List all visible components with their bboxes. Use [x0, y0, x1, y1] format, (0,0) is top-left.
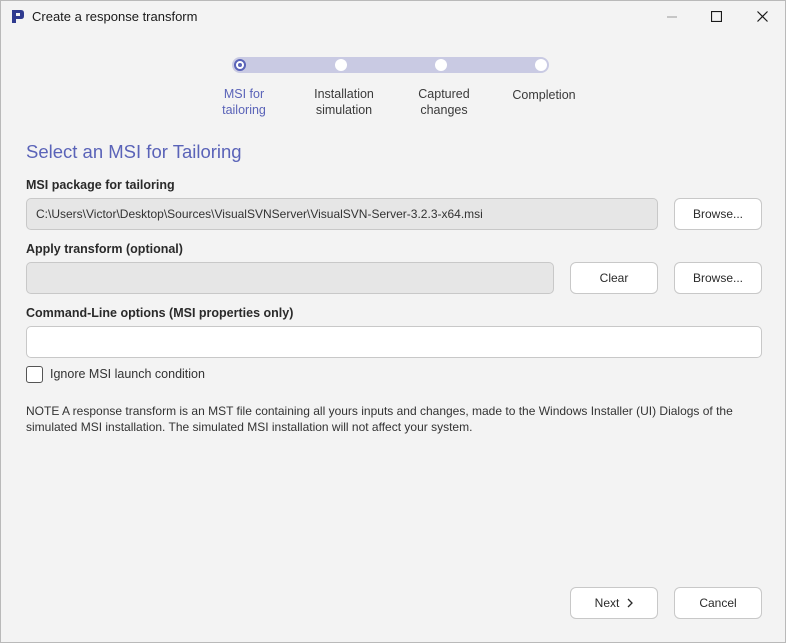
close-icon [756, 11, 768, 22]
command-line-label: Command-Line options (MSI properties onl… [26, 306, 294, 320]
command-line-input[interactable] [26, 326, 762, 358]
close-button[interactable] [739, 1, 785, 32]
transform-clear-button[interactable]: Clear [570, 262, 658, 294]
chevron-right-icon [627, 598, 634, 608]
step-label-installation-simulation: Installation simulation [314, 87, 374, 117]
maximize-icon [710, 11, 722, 22]
msi-package-field[interactable]: C:\Users\Victor\Desktop\Sources\VisualSV… [26, 198, 658, 230]
minimize-button[interactable] [649, 1, 695, 32]
transform-label: Apply transform (optional) [26, 242, 183, 256]
next-button[interactable]: Next [570, 587, 658, 619]
cancel-button[interactable]: Cancel [674, 587, 762, 619]
step-dot-completion [535, 59, 547, 71]
title-bar: Create a response transform [1, 1, 785, 32]
step-dot-msi-for-tailoring [234, 59, 246, 71]
minimize-icon [667, 16, 677, 17]
window-title: Create a response transform [32, 9, 198, 24]
transform-browse-button[interactable]: Browse... [674, 262, 762, 294]
note-text: NOTE A response transform is an MST file… [26, 404, 733, 434]
maximize-button[interactable] [693, 1, 739, 32]
step-dot-captured-changes [435, 59, 447, 71]
dialog-window: Create a response transform MSI for tail… [0, 0, 786, 643]
step-dot-installation-simulation [335, 59, 347, 71]
step-label-msi-for-tailoring: MSI for tailoring [222, 87, 266, 117]
ignore-launch-checkbox[interactable] [26, 366, 43, 383]
app-logo-icon [10, 9, 25, 24]
step-label-completion: Completion [512, 88, 576, 102]
step-label-captured-changes: Captured changes [418, 87, 470, 117]
msi-browse-button[interactable]: Browse... [674, 198, 762, 230]
page-title: Select an MSI for Tailoring [26, 141, 242, 162]
stepper-track [232, 57, 549, 73]
ignore-launch-label: Ignore MSI launch condition [50, 367, 205, 381]
transform-field[interactable] [26, 262, 554, 294]
msi-package-label: MSI package for tailoring [26, 178, 175, 192]
